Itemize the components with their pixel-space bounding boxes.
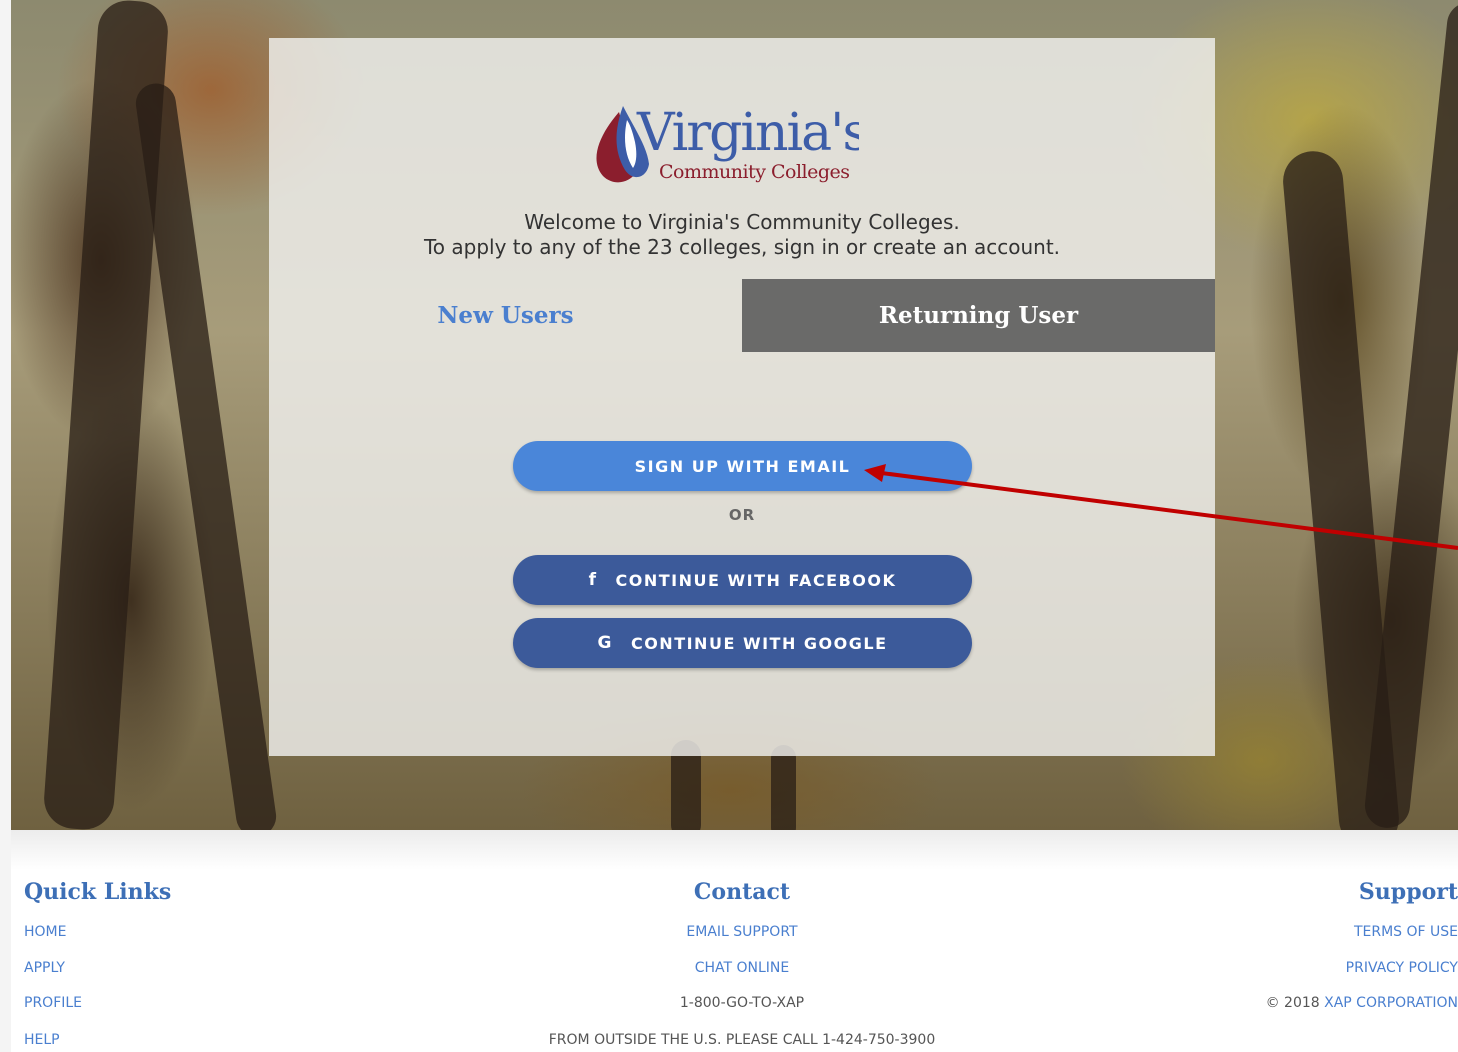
contact-phone: 1-800-GO-TO-XAP bbox=[679, 995, 805, 1011]
contact-outside-us: FROM OUTSIDE THE U.S. PLEASE CALL 1-424-… bbox=[548, 1032, 936, 1048]
continue-google-button[interactable]: G CONTINUE WITH GOOGLE bbox=[513, 618, 972, 668]
user-tabs: New Users Returning User bbox=[269, 279, 1215, 352]
vccs-logo: Virginia's Community Colleges bbox=[596, 103, 859, 183]
logo-sub-text: Community Colleges bbox=[659, 161, 850, 183]
footer-link-chat-online[interactable]: CHAT ONLINE bbox=[11, 960, 1458, 976]
footer-link-terms[interactable]: TERMS OF USE bbox=[1354, 924, 1458, 940]
copyright: © 2018 XAP CORPORATION bbox=[1266, 995, 1458, 1011]
welcome-line-2: To apply to any of the 23 colleges, sign… bbox=[423, 235, 1061, 259]
footer-link-privacy[interactable]: PRIVACY POLICY bbox=[1346, 960, 1458, 976]
support-title: Support bbox=[1358, 879, 1458, 905]
tab-new-users[interactable]: New Users bbox=[269, 279, 742, 352]
left-edge bbox=[0, 0, 11, 1052]
google-icon: G bbox=[597, 633, 613, 653]
continue-facebook-label: CONTINUE WITH FACEBOOK bbox=[615, 570, 897, 590]
signin-panel: Virginia's Community Colleges Welcome to… bbox=[269, 38, 1215, 756]
welcome-line-1: Welcome to Virginia's Community Colleges… bbox=[524, 210, 960, 234]
red-arrow-annotation bbox=[864, 464, 1458, 550]
tab-returning-user[interactable]: Returning User bbox=[742, 279, 1215, 352]
logo-main-text: Virginia's bbox=[636, 103, 859, 163]
continue-google-label: CONTINUE WITH GOOGLE bbox=[630, 633, 888, 653]
footer-link-xap[interactable]: XAP CORPORATION bbox=[1324, 995, 1458, 1011]
sign-up-email-label: SIGN UP WITH EMAIL bbox=[634, 456, 851, 476]
copyright-prefix: © 2018 bbox=[1265, 995, 1325, 1011]
site-footer: Quick Links HOME APPLY PROFILE HELP Cont… bbox=[11, 830, 1458, 1052]
contact-title: Contact bbox=[693, 879, 791, 905]
facebook-icon: f bbox=[588, 570, 598, 590]
footer-link-email-support[interactable]: EMAIL SUPPORT bbox=[11, 924, 1458, 940]
continue-facebook-button[interactable]: f CONTINUE WITH FACEBOOK bbox=[513, 555, 972, 605]
